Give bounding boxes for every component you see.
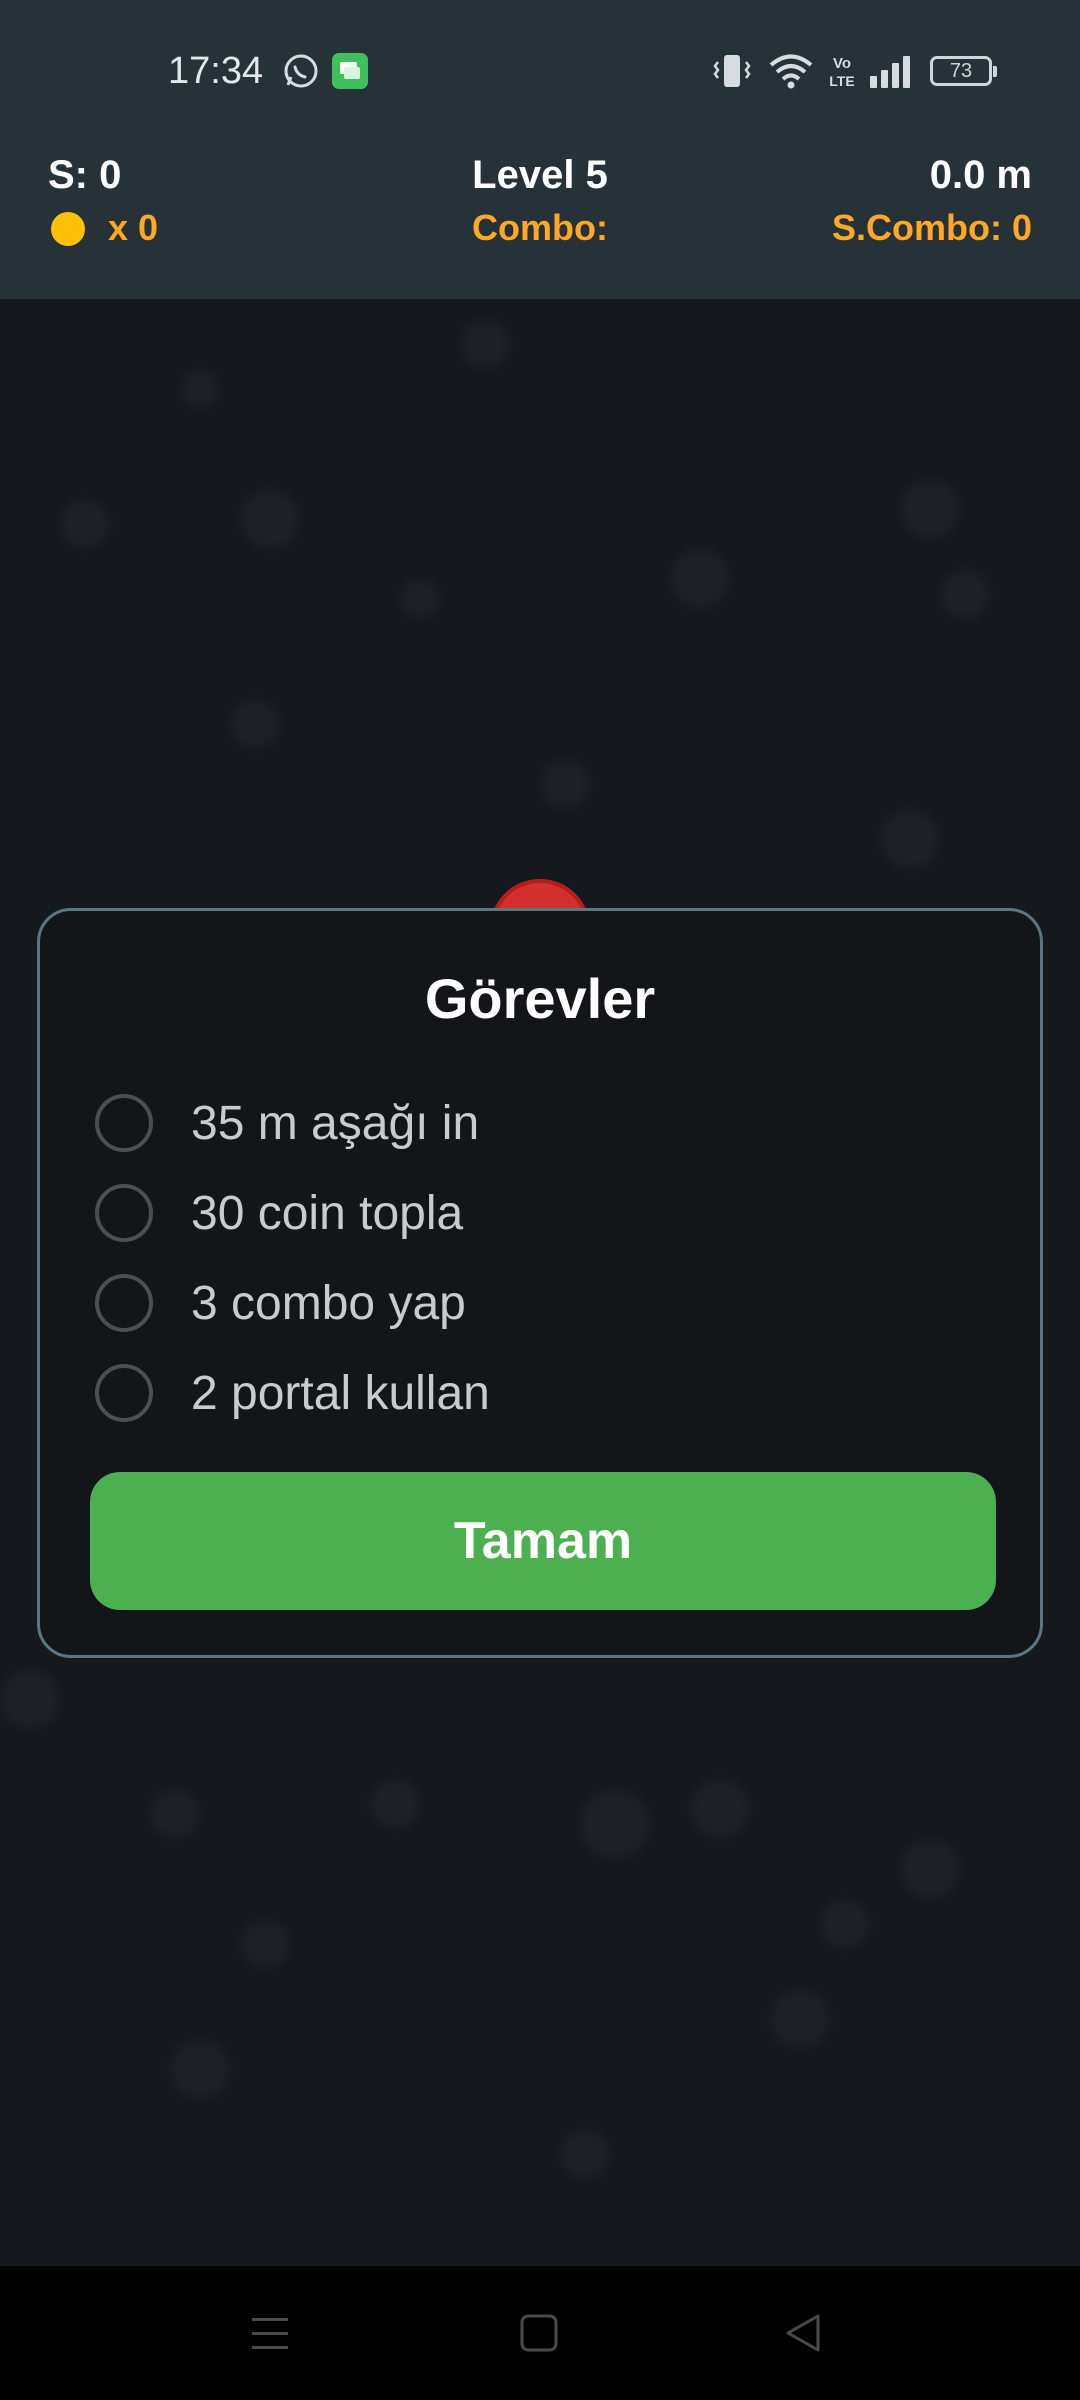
ok-button[interactable]: Tamam: [90, 1472, 996, 1610]
task-status-circle-icon: [95, 1184, 153, 1242]
super-combo-label: S.Combo: 0: [831, 207, 1032, 248]
task-item: 3 combo yap: [95, 1268, 975, 1338]
screen: 17:34 Vo LTE 73 S: 0 x 0 Level 5 Combo: …: [0, 0, 1080, 2400]
background-particle: [690, 1779, 750, 1839]
background-particle: [170, 2039, 230, 2099]
volte-icon: Vo LTE: [829, 55, 854, 89]
whatsapp-icon: [284, 54, 318, 88]
background-particle: [150, 1789, 200, 1839]
background-particle: [940, 569, 990, 619]
menu-icon[interactable]: [240, 2306, 300, 2360]
background-particle: [900, 1839, 960, 1899]
task-status-circle-icon: [95, 1364, 153, 1422]
background-particle: [0, 1669, 60, 1729]
background-particle: [900, 479, 960, 539]
task-item: 2 portal kullan: [95, 1358, 975, 1428]
status-bar: 17:34 Vo LTE 73: [0, 0, 1080, 145]
background-particle: [560, 2129, 610, 2179]
svg-text:LTE: LTE: [829, 73, 854, 89]
background-particle: [770, 1989, 830, 2049]
level-label: Level 5: [472, 153, 608, 197]
task-label: 3 combo yap: [191, 1276, 466, 1330]
background-particle: [670, 549, 730, 609]
background-particle: [460, 319, 510, 369]
status-time: 17:34: [168, 50, 264, 92]
task-status-circle-icon: [95, 1094, 153, 1152]
background-particle: [180, 369, 220, 409]
home-icon[interactable]: [509, 2306, 569, 2360]
battery-icon: 73: [930, 56, 997, 86]
wifi-icon: [769, 54, 813, 89]
background-particle: [240, 489, 300, 549]
distance-label: 0.0 m: [929, 153, 1032, 197]
background-particle: [880, 809, 940, 869]
task-status-circle-icon: [95, 1274, 153, 1332]
svg-text:Vo: Vo: [833, 55, 851, 72]
background-particle: [580, 1789, 650, 1859]
system-nav-bar: [0, 2266, 1080, 2400]
task-item: 30 coin topla: [95, 1178, 975, 1248]
vibrate-icon: [713, 55, 751, 87]
task-label: 2 portal kullan: [191, 1366, 490, 1420]
task-item: 35 m aşağı in: [95, 1088, 975, 1158]
background-particle: [60, 499, 110, 549]
task-label: 30 coin topla: [191, 1186, 464, 1240]
background-particle: [370, 1779, 420, 1829]
back-icon[interactable]: [774, 2306, 834, 2360]
dialog-title: Görevler: [424, 967, 656, 1030]
messages-icon: [332, 53, 368, 89]
game-hud: S: 0 x 0 Level 5 Combo: 0.0 m S.Combo: 0: [0, 145, 1080, 299]
background-particle: [240, 1919, 290, 1969]
background-particle: [230, 699, 280, 749]
task-label: 35 m aşağı in: [191, 1096, 480, 1150]
background-particle: [820, 1899, 870, 1949]
tasks-dialog: Görevler 35 m aşağı in 30 coin topla 3 c…: [37, 908, 1043, 1658]
background-particle: [400, 579, 440, 619]
signal-icon: [870, 56, 910, 88]
background-particle: [540, 759, 590, 809]
